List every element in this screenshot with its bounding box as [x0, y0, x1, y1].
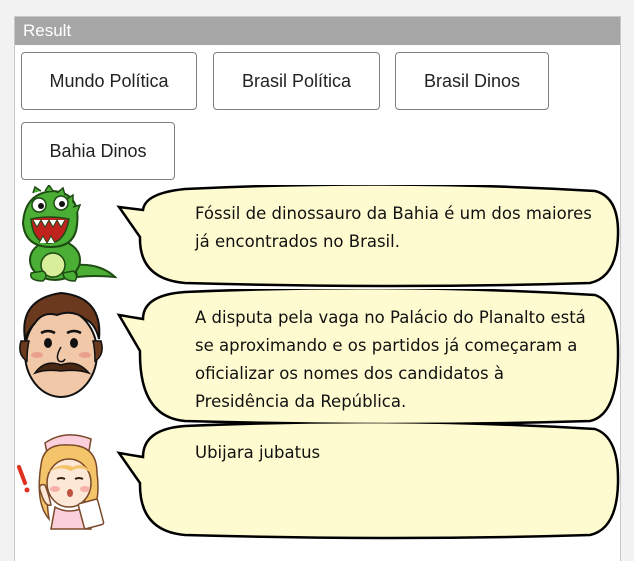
result-panel: Result Mundo Política Brasil Política Br…	[14, 16, 621, 561]
message-text: Fóssil de dinossauro da Bahia é um dos m…	[195, 204, 592, 251]
panel-title: Result	[15, 17, 620, 45]
message-row-nurse: Ubijara jubatus	[15, 423, 620, 541]
bahia-dinos-button[interactable]: Bahia Dinos	[21, 122, 175, 180]
message-text: A disputa pela vaga no Palácio do Planal…	[195, 308, 586, 411]
mundo-politica-button[interactable]: Mundo Política	[21, 52, 197, 110]
message-row-dinosaur: Fóssil de dinossauro da Bahia é um dos m…	[15, 185, 620, 290]
brasil-dinos-button[interactable]: Brasil Dinos	[395, 52, 549, 110]
brasil-politica-button[interactable]: Brasil Política	[213, 52, 380, 110]
message-text: Ubijara jubatus	[195, 443, 321, 462]
message-row-man: A disputa pela vaga no Palácio do Planal…	[15, 289, 620, 429]
